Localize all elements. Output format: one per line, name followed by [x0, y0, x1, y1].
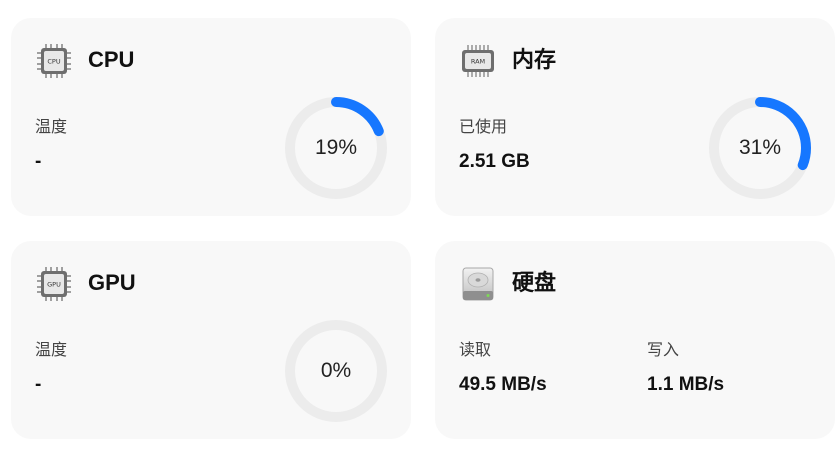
memory-title: 内存: [512, 47, 557, 72]
cpu-icon-label: CPU: [47, 58, 60, 66]
disk-write-label: 写入: [647, 340, 680, 359]
cpu-usage-gauge: 19%: [282, 94, 390, 202]
cpu-chip-icon: CPU: [37, 44, 71, 78]
gpu-chip-icon: GPU: [37, 267, 71, 301]
gpu-title: GPU: [88, 270, 136, 295]
disk-title: 硬盘: [512, 270, 557, 295]
disk-write-value: 1.1 MB/s: [647, 374, 725, 395]
disk-card: 硬盘 读取 49.5 MB/s 写入 1.1 MB/s: [435, 241, 835, 439]
memory-used-label: 已使用: [459, 117, 508, 136]
cpu-title: CPU: [88, 47, 135, 72]
memory-usage-percent: 31%: [738, 136, 782, 159]
ram-icon-label: RAM: [471, 58, 485, 66]
memory-usage-gauge: 31%: [706, 94, 814, 202]
disk-read-value: 49.5 MB/s: [459, 374, 547, 395]
disk-read-label: 读取: [459, 340, 492, 359]
hard-drive-icon: [462, 267, 494, 301]
memory-used-value: 2.51 GB: [459, 151, 530, 172]
gpu-usage-percent: 0%: [320, 359, 352, 382]
cpu-temperature-value: -: [35, 151, 42, 172]
memory-card: RAM 内存 已使用 2.51 GB 31%: [435, 18, 835, 216]
gpu-temperature-label: 温度: [35, 340, 68, 359]
gpu-temperature-value: -: [35, 374, 42, 395]
gpu-card: GPU GPU 温度 - 0%: [11, 241, 411, 439]
gpu-icon-label: GPU: [47, 281, 61, 289]
ram-chip-icon: RAM: [462, 45, 494, 77]
cpu-card: CPU CPU 温度 - 19%: [11, 18, 411, 216]
cpu-temperature-label: 温度: [35, 117, 68, 136]
gpu-usage-gauge: 0%: [282, 317, 390, 425]
cpu-usage-percent: 19%: [314, 136, 358, 159]
